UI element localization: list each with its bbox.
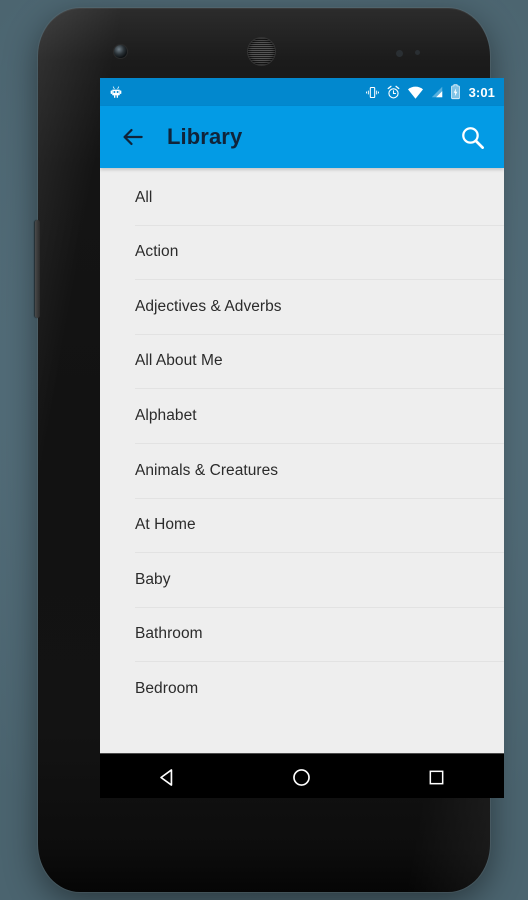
front-camera xyxy=(114,45,127,58)
category-list[interactable]: All Action Adjectives & Adverbs All Abou… xyxy=(100,168,504,753)
list-item-label: All xyxy=(135,188,153,206)
triangle-left-icon xyxy=(160,769,173,786)
list-item-label: All About Me xyxy=(135,352,223,370)
cellular-signal-icon xyxy=(431,86,442,98)
nav-home-key[interactable] xyxy=(274,758,330,798)
status-bar-clock: 3:01 xyxy=(468,84,495,100)
status-bar-icons: 3:01 xyxy=(365,84,495,100)
square-icon xyxy=(429,770,444,785)
list-item-label: Adjectives & Adverbs xyxy=(135,297,282,315)
battery-charging-icon xyxy=(450,84,460,100)
volume-rocker[interactable] xyxy=(35,220,40,318)
list-item-baby[interactable]: Baby xyxy=(100,552,504,607)
wifi-icon xyxy=(407,86,423,99)
phone-frame: 3:01 Library All Action Adjectives & Adv… xyxy=(35,8,504,892)
list-item-action[interactable]: Action xyxy=(100,224,504,280)
action-bar: Library xyxy=(100,106,504,168)
list-item-label: Baby xyxy=(135,570,171,588)
list-item-all-about-me[interactable]: All About Me xyxy=(100,333,504,389)
desktop-backdrop: 3:01 Library All Action Adjectives & Adv… xyxy=(0,0,528,900)
back-button[interactable] xyxy=(116,120,150,154)
list-item-adjectives-adverbs[interactable]: Adjectives & Adverbs xyxy=(100,279,504,334)
list-item-all[interactable]: All xyxy=(100,170,504,225)
list-item-at-home[interactable]: At Home xyxy=(100,497,504,553)
list-item-bedroom[interactable]: Bedroom xyxy=(100,661,504,716)
search-button[interactable] xyxy=(454,119,490,155)
android-robot-icon xyxy=(110,86,122,98)
list-item-alphabet[interactable]: Alphabet xyxy=(100,388,504,443)
phone-screen: 3:01 Library All Action Adjectives & Adv… xyxy=(100,78,504,798)
alarm-icon xyxy=(387,85,399,98)
list-item-animals-creatures[interactable]: Animals & Creatures xyxy=(100,442,504,498)
list-item-label: Action xyxy=(135,243,179,261)
status-bar: 3:01 xyxy=(100,78,504,106)
list-item-label: Bedroom xyxy=(135,679,199,697)
circle-icon xyxy=(293,769,311,786)
list-item-label: Alphabet xyxy=(135,406,197,424)
list-item-label: At Home xyxy=(135,516,196,534)
search-icon xyxy=(461,126,484,149)
nav-back-key[interactable] xyxy=(139,758,195,798)
earpiece-speaker xyxy=(248,38,275,65)
list-item-bathroom[interactable]: Bathroom xyxy=(100,606,504,662)
vibrate-icon xyxy=(365,86,379,98)
light-sensor xyxy=(415,50,420,55)
page-title: Library xyxy=(167,124,243,149)
navigation-bar xyxy=(100,753,504,798)
proximity-sensor xyxy=(396,50,403,57)
arrow-left-icon xyxy=(123,128,143,146)
nav-recents-key[interactable] xyxy=(409,758,465,798)
list-item-label: Animals & Creatures xyxy=(135,461,279,479)
list-item-label: Bathroom xyxy=(135,625,203,643)
